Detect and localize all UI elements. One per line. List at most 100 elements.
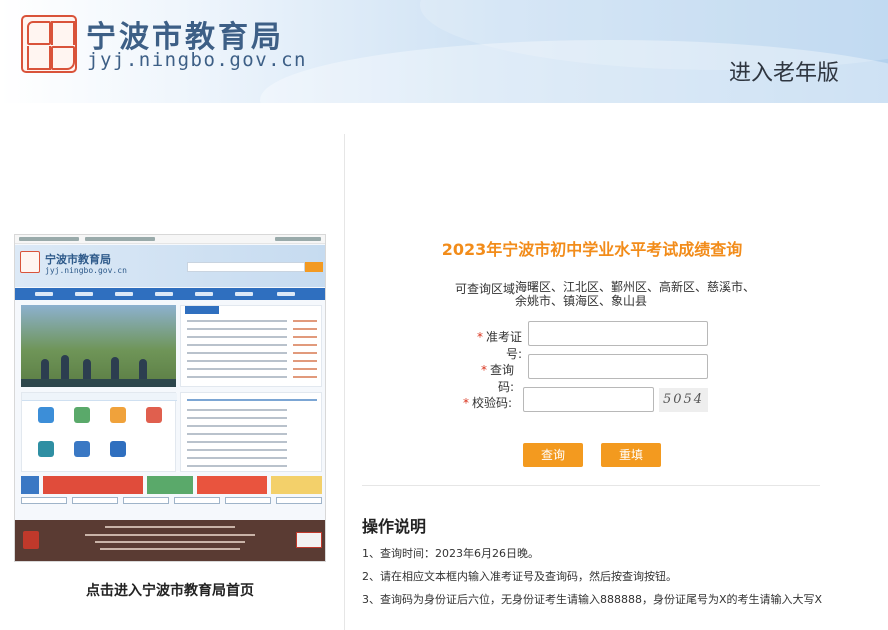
thumbnail-notice-list bbox=[180, 392, 322, 472]
thumbnail-photo-figure bbox=[139, 359, 147, 379]
thumbnail-footer-line bbox=[95, 541, 245, 543]
thumbnail-topbar-links bbox=[85, 237, 155, 241]
homepage-thumbnail[interactable]: 宁波市教育局 jyj.ningbo.gov.cn bbox=[14, 234, 326, 562]
thumbnail-photo-figure bbox=[61, 355, 69, 379]
thumbnail-news-line bbox=[187, 352, 287, 354]
thumbnail-site-title: 宁波市教育局 bbox=[45, 253, 111, 266]
thumbnail-ad-banner bbox=[43, 476, 143, 494]
thumbnail-news-line bbox=[187, 328, 287, 330]
thumbnail-seal-logo bbox=[20, 251, 40, 273]
thumbnail-ad-banner bbox=[197, 476, 267, 494]
seal-glyph bbox=[27, 46, 51, 70]
thumbnail-nav-item bbox=[277, 292, 295, 296]
thumbnail-footer-line bbox=[100, 548, 240, 550]
instructions-title: 操作说明 bbox=[362, 517, 427, 536]
instruction-item: 2、请在相应文本框内输入准考证号及查询码，然后按查询按钮。 bbox=[362, 570, 677, 583]
instruction-item: 3、查询码为身份证后六位，无身份证考生请输入888888，身份证尾号为X的考生请… bbox=[362, 593, 823, 606]
thumbnail-link-select bbox=[72, 497, 118, 504]
seal-glyph bbox=[51, 21, 75, 45]
thumbnail-notice-line bbox=[187, 457, 287, 459]
region-label: 可查询区域: bbox=[455, 282, 520, 296]
thumbnail-notice-line bbox=[187, 449, 287, 451]
vertical-divider bbox=[344, 134, 345, 630]
thumbnail-nav-bar bbox=[15, 288, 325, 300]
captcha-image[interactable]: 5054 bbox=[659, 388, 708, 412]
thumbnail-news-line bbox=[187, 344, 287, 346]
thumbnail-search-box bbox=[187, 262, 305, 272]
exam-number-label: * 准考证号: bbox=[466, 328, 522, 362]
thumbnail-notice-line bbox=[187, 433, 287, 435]
seal-glyph bbox=[27, 21, 51, 45]
query-code-input[interactable] bbox=[528, 354, 708, 379]
site-url: jyj.ningbo.gov.cn bbox=[87, 49, 307, 71]
query-code-label-text: 查询码: bbox=[489, 363, 514, 394]
required-mark: * bbox=[476, 330, 483, 344]
thumbnail-nav-item bbox=[155, 292, 173, 296]
thumbnail-notice-line bbox=[187, 417, 287, 419]
verify-code-label: * 校验码: bbox=[460, 394, 512, 411]
bureau-seal-logo bbox=[21, 15, 77, 73]
thumbnail-nav-item bbox=[35, 292, 53, 296]
thumbnail-notice-line bbox=[187, 465, 287, 467]
thumbnail-ad-banner bbox=[21, 476, 39, 494]
thumbnail-notice-tabs bbox=[187, 399, 317, 401]
thumbnail-footer-line bbox=[105, 526, 235, 528]
thumbnail-service-icon bbox=[38, 441, 54, 457]
query-button[interactable]: 查询 bbox=[523, 443, 583, 467]
thumbnail-services-grid bbox=[21, 392, 177, 472]
verify-code-input[interactable] bbox=[523, 387, 654, 412]
thumbnail-news-date bbox=[293, 352, 317, 354]
home-link-caption[interactable]: 点击进入宁波市教育局首页 bbox=[0, 580, 340, 600]
thumbnail-news-date bbox=[293, 320, 317, 322]
thumbnail-photo-caption bbox=[21, 379, 176, 387]
thumbnail-ad-banner bbox=[271, 476, 322, 494]
thumbnail-news-date bbox=[293, 336, 317, 338]
thumbnail-search-button bbox=[305, 262, 323, 272]
thumbnail-nav-item bbox=[75, 292, 93, 296]
thumbnail-news-line bbox=[187, 368, 287, 370]
thumbnail-nav-item bbox=[115, 292, 133, 296]
thumbnail-topbar bbox=[15, 235, 325, 244]
thumbnail-news-line bbox=[187, 360, 287, 362]
elder-mode-link[interactable]: 进入老年版 bbox=[729, 55, 839, 87]
reset-button[interactable]: 重填 bbox=[601, 443, 661, 467]
thumbnail-ad-banners bbox=[21, 476, 322, 494]
required-mark: * bbox=[462, 396, 469, 410]
thumbnail-link-selects bbox=[21, 497, 322, 504]
exam-number-input[interactable] bbox=[528, 321, 708, 346]
thumbnail-site-url: jyj.ningbo.gov.cn bbox=[45, 266, 127, 275]
query-form-title: 2023年宁波市初中学业水平考试成绩查询 bbox=[441, 240, 743, 259]
thumbnail-topbar-links bbox=[19, 237, 79, 241]
thumbnail-news-date bbox=[293, 376, 317, 378]
exam-number-label-text: 准考证号: bbox=[485, 330, 522, 361]
thumbnail-emblem-icon bbox=[23, 531, 39, 549]
section-divider bbox=[362, 485, 820, 486]
thumbnail-notice-line bbox=[187, 425, 287, 427]
thumbnail-ad-banner bbox=[147, 476, 193, 494]
thumbnail-notice-line bbox=[187, 441, 287, 443]
homepage-preview-panel: 宁波市教育局 jyj.ningbo.gov.cn 点击进入宁波市教育局首页 bbox=[0, 134, 344, 630]
thumbnail-link-select bbox=[276, 497, 322, 504]
thumbnail-photo-figure bbox=[111, 357, 119, 379]
thumbnail-photo-figure bbox=[41, 359, 49, 379]
thumbnail-service-icon bbox=[110, 441, 126, 457]
thumbnail-link-select bbox=[225, 497, 271, 504]
thumbnail-nav-item bbox=[235, 292, 253, 296]
thumbnail-footer bbox=[15, 520, 325, 561]
thumbnail-news-date bbox=[293, 360, 317, 362]
thumbnail-news-tab bbox=[185, 306, 219, 314]
thumbnail-news-line bbox=[187, 336, 287, 338]
thumbnail-topbar-links bbox=[275, 237, 321, 241]
site-header: 宁波市教育局 jyj.ningbo.gov.cn 进入老年版 bbox=[0, 0, 888, 103]
thumbnail-link-select bbox=[21, 497, 67, 504]
instruction-item: 1、查询时间：2023年6月26日晚。 bbox=[362, 547, 539, 560]
thumbnail-news-photo bbox=[21, 305, 176, 387]
thumbnail-service-icon bbox=[110, 407, 126, 423]
thumbnail-service-icon bbox=[74, 441, 90, 457]
query-code-label: * 查询码: bbox=[466, 361, 514, 395]
thumbnail-news-date bbox=[293, 328, 317, 330]
thumbnail-service-icon bbox=[74, 407, 90, 423]
thumbnail-services-tabs bbox=[22, 393, 177, 401]
thumbnail-news-line bbox=[187, 320, 287, 322]
thumbnail-footer-line bbox=[85, 534, 255, 536]
